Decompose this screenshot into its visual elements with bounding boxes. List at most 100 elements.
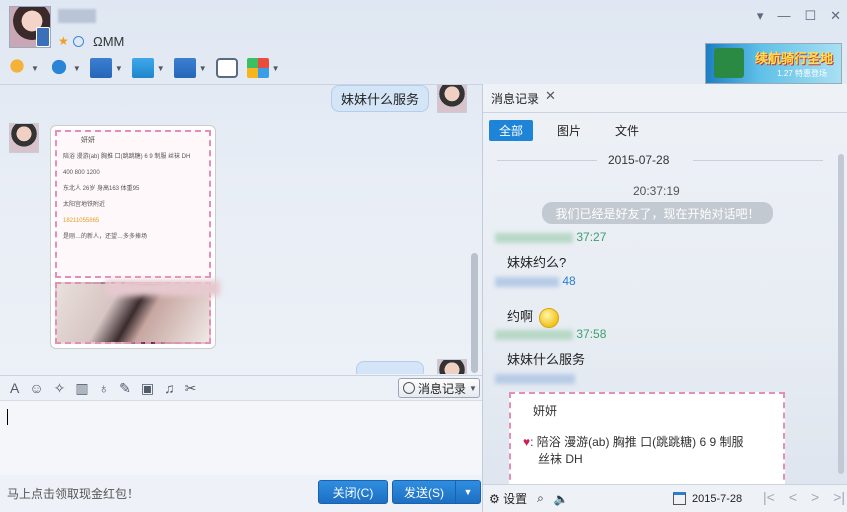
sender-name-blurred	[495, 232, 573, 243]
close-icon[interactable]: ✕	[830, 8, 841, 24]
voice-call-button[interactable]: ▼	[6, 56, 39, 80]
search-icon[interactable]: ⌕	[537, 491, 544, 506]
send-options-dropdown[interactable]: ▼	[455, 480, 481, 504]
divider	[693, 160, 823, 161]
qzone-icon[interactable]	[72, 35, 84, 47]
chevron-down-icon[interactable]: ▼	[31, 64, 39, 73]
message-input[interactable]	[0, 401, 482, 475]
my-avatar[interactable]	[437, 85, 467, 113]
message-time: 37:27	[576, 230, 607, 244]
create-group-chat-button[interactable]	[215, 56, 238, 80]
divider	[497, 160, 597, 161]
ad-logo	[714, 48, 744, 78]
sender-line: 48	[495, 274, 576, 288]
music-icon[interactable]: ♫	[164, 380, 175, 396]
ad-text: 续航骑行圣地	[754, 51, 833, 66]
contact-avatar-small[interactable]	[9, 123, 39, 153]
history-image-card[interactable]: 妍妍 ♥: 陪浴 漫游(ab) 胸推 口(跳跳糖) 6 9 制服 丝袜 DH	[509, 392, 785, 490]
card-location: 太阳宫地铁附近	[63, 201, 106, 208]
first-page-icon[interactable]: |<	[763, 489, 775, 505]
remote-desktop-button[interactable]: ▼	[173, 56, 207, 80]
text-cursor	[7, 409, 8, 425]
edit-icon[interactable]: ✎	[119, 380, 131, 397]
window-shake-icon[interactable]: ▥	[75, 380, 88, 397]
mobile-online-icon	[36, 27, 50, 47]
close-button[interactable]: 关闭(C)	[318, 480, 388, 504]
contact-signature: ΩMM	[93, 34, 125, 49]
sender-line: 37:58	[495, 327, 606, 341]
chevron-down-icon[interactable]: ▼	[272, 64, 280, 73]
calendar-icon	[673, 492, 686, 505]
card-phone: 18211055865	[63, 217, 100, 224]
promo-link[interactable]: 马上点击领取现金红包！	[7, 485, 139, 502]
send-button[interactable]: 发送(S)	[392, 480, 456, 504]
image-icon[interactable]: ▣	[141, 380, 154, 397]
chevron-down-icon[interactable]: ▼	[199, 64, 207, 73]
speaker-icon[interactable]: 🔈	[554, 492, 569, 506]
apps-button[interactable]: ▼	[246, 56, 280, 80]
received-image-card[interactable]: 妍妍 陪浴 漫游(ab) 胸推 口(跳跳糖) 6 9 制服 丝袜 DH 400 …	[50, 125, 216, 349]
camera-icon	[47, 58, 70, 78]
history-card-line2: 丝袜 DH	[538, 452, 583, 466]
apps-grid-icon	[246, 58, 269, 78]
screen-share-button[interactable]: ▼	[89, 56, 123, 80]
message-record-label: 消息记录	[418, 381, 467, 396]
emoji-icon[interactable]: ☺	[29, 380, 43, 396]
voice-message-icon[interactable]: ♁	[99, 380, 110, 396]
card-name: 妍妍	[81, 137, 95, 144]
filter-all[interactable]: 全部	[489, 120, 534, 141]
send-bar: 马上点击领取现金红包！ 关闭(C) 发送(S) ▼	[0, 476, 482, 512]
filter-images[interactable]: 图片	[547, 120, 591, 141]
remote-desktop-icon	[173, 58, 196, 78]
video-call-button[interactable]: ▼	[47, 56, 81, 80]
font-icon[interactable]: A	[10, 380, 19, 396]
history-filter-tabs: 全部 图片 文件	[489, 120, 649, 141]
send-file-button[interactable]: ▼	[131, 56, 165, 80]
sent-message-bubble[interactable]: 妹妹什么服务	[331, 85, 430, 112]
my-avatar[interactable]	[437, 359, 467, 374]
presentation-icon	[89, 58, 112, 78]
status-icons: ★	[58, 34, 84, 48]
scissors-icon[interactable]: ✂	[185, 380, 197, 397]
filter-files[interactable]: 文件	[605, 120, 649, 141]
tab-message-history[interactable]: 消息记录	[491, 90, 539, 107]
message-time: 37:58	[576, 327, 607, 341]
last-page-icon[interactable]: >|	[833, 489, 845, 505]
close-tab-icon[interactable]: ✕	[545, 88, 556, 104]
message-time: 48	[562, 274, 576, 288]
history-scrollbar[interactable]	[838, 154, 844, 474]
next-page-icon[interactable]: >	[811, 489, 819, 505]
message-record-button[interactable]: 消息记录 ▼	[398, 378, 480, 398]
sent-message-bubble-partial[interactable]	[356, 361, 424, 374]
prev-page-icon[interactable]: <	[789, 489, 797, 505]
folder-transfer-icon	[131, 58, 154, 78]
sender-line: 37:27	[495, 230, 606, 244]
lips-icon: ♥	[523, 435, 531, 449]
history-bottom-bar: ⚙ 设置 ⌕ 🔈 2015-7-28 |< < > >|	[483, 484, 847, 512]
history-message[interactable]: 妹妹什么服务	[507, 349, 585, 368]
chevron-down-icon[interactable]: ▼	[157, 64, 165, 73]
sender-name-blurred	[495, 373, 575, 384]
date-picker-value: 2015-7-28	[692, 492, 743, 505]
chat-message-area[interactable]: 妹妹什么服务 妍妍 陪浴 漫游(ab) 胸推 口(跳跳糖) 6 9 制服 丝袜 …	[0, 84, 482, 374]
chevron-down-icon[interactable]: ▼	[115, 64, 123, 73]
tab-divider	[483, 112, 847, 113]
clock-icon	[403, 382, 415, 394]
date-picker[interactable]: 2015-7-28	[673, 492, 742, 505]
ad-banner[interactable]: 续航骑行圣地 1.27 特惠登场	[705, 43, 842, 84]
history-pagination: |< < > >|	[763, 489, 845, 505]
minimize-icon[interactable]: —	[777, 8, 790, 24]
menu-dropdown-icon[interactable]: ▾	[757, 8, 764, 24]
chevron-down-icon[interactable]: ▼	[73, 64, 81, 73]
settings-button[interactable]: ⚙ 设置	[489, 490, 527, 507]
contact-nickname-blurred	[58, 9, 96, 23]
smiley-emoji-icon	[538, 307, 559, 328]
history-message[interactable]: 妹妹约么?	[507, 252, 566, 271]
magic-wand-icon[interactable]: ✧	[54, 380, 66, 397]
chat-scrollbar[interactable]	[471, 253, 478, 373]
history-message[interactable]: 约啊	[507, 306, 559, 328]
maximize-icon[interactable]: ☐	[804, 8, 816, 24]
card-note: 是刚…的新人，还望…多多捧场	[63, 233, 148, 240]
card-services: 陪浴 漫游(ab) 胸推 口(跳跳糖) 6 9 制服 丝袜 DH	[63, 153, 191, 160]
sender-line	[495, 371, 575, 385]
